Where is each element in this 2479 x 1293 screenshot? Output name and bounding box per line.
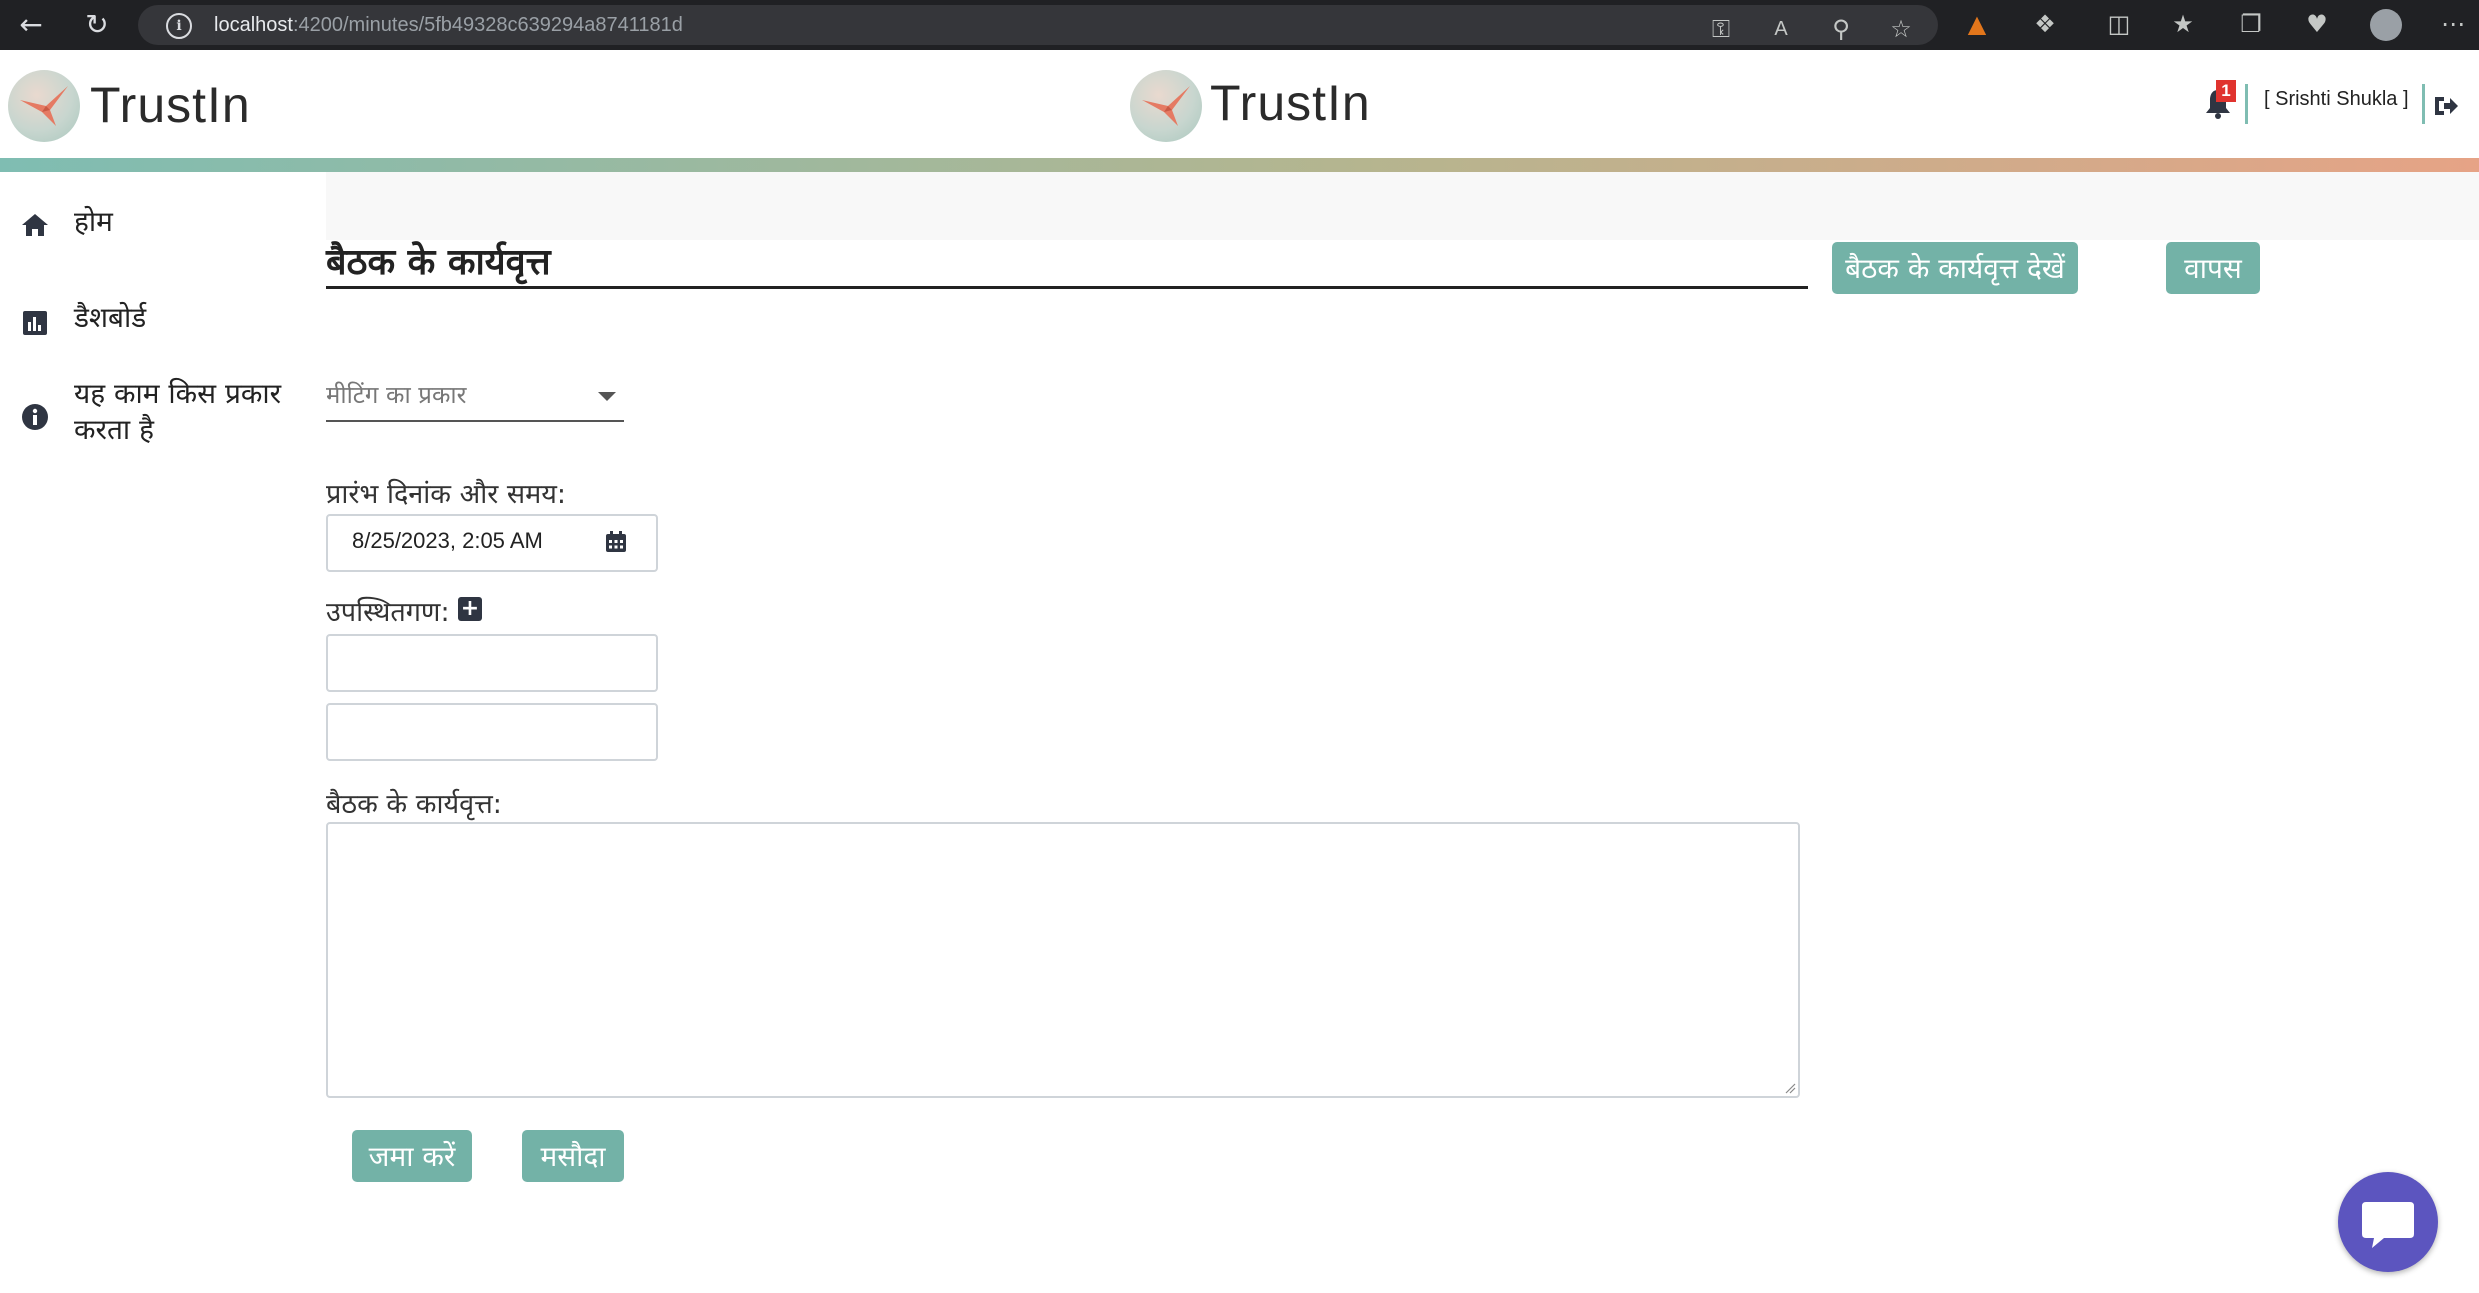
sidebar-item-label: होम	[74, 205, 113, 238]
sidebar-item-label: यह काम किस प्रकार करता है	[74, 377, 282, 446]
profile-avatar-icon[interactable]	[2370, 9, 2402, 41]
meeting-type-placeholder: मीटिंग का प्रकार	[326, 381, 467, 409]
chat-button[interactable]	[2338, 1172, 2438, 1272]
resize-handle-icon[interactable]	[1784, 1082, 1796, 1094]
user-name[interactable]: [ Srishti Shukla ]	[2264, 88, 2409, 111]
content-top-band	[326, 172, 2479, 240]
start-datetime-value: 8/25/2023, 2:05 AM	[352, 528, 543, 553]
page-title: बैठक के कार्यवृत्त	[326, 242, 551, 283]
browser-toolbar: ← ↻ i localhost:4200/minutes/5fb49328c63…	[0, 0, 2479, 50]
sidebar-item-dashboard[interactable]: डैशबोर्ड	[0, 296, 326, 346]
favorite-star-icon[interactable]: ☆	[1886, 14, 1916, 44]
attendees-label: उपस्थितगण:	[326, 597, 450, 628]
extensions-icon[interactable]: ❖	[2030, 9, 2060, 39]
attendee-input[interactable]	[326, 634, 658, 692]
view-minutes-button[interactable]: बैठक के कार्यवृत्त देखें	[1832, 242, 2078, 294]
reload-icon[interactable]: ↻	[80, 8, 114, 42]
read-aloud-icon[interactable]: A	[1766, 14, 1796, 44]
header-gradient-strip	[0, 158, 2479, 172]
draft-button[interactable]: मसौदा	[522, 1130, 624, 1182]
chat-bubble-icon	[2362, 1202, 2414, 1248]
calendar-icon[interactable]	[604, 530, 628, 554]
home-icon	[22, 214, 48, 236]
favorites-icon[interactable]: ★	[2168, 9, 2198, 39]
browser-essentials-icon[interactable]: ♥	[2302, 9, 2332, 39]
logo-left-icon[interactable]	[8, 70, 80, 142]
minutes-label: बैठक के कार्यवृत्त:	[326, 789, 502, 820]
key-icon[interactable]: ⚿	[1706, 14, 1736, 44]
split-screen-icon[interactable]: ◫	[2104, 9, 2134, 39]
zoom-icon[interactable]: ⚲	[1826, 14, 1856, 44]
sidebar-item-how-it-works[interactable]: यह काम किस प्रकार करता है	[0, 374, 326, 454]
brand-name-left[interactable]: TrustIn	[90, 76, 251, 134]
metamask-extension-icon[interactable]: ▲	[1962, 9, 1992, 39]
minutes-textarea[interactable]	[326, 822, 1800, 1098]
start-datetime-label: प्रारंभ दिनांक और समय:	[326, 479, 566, 510]
url-text: localhost:4200/minutes/5fb49328c639294a8…	[214, 14, 683, 36]
meeting-type-select[interactable]: मीटिंग का प्रकार	[326, 372, 624, 422]
submit-button[interactable]: जमा करें	[352, 1130, 472, 1182]
site-info-icon[interactable]: i	[166, 13, 192, 39]
more-menu-icon[interactable]: ⋯	[2438, 9, 2468, 39]
address-bar[interactable]: i localhost:4200/minutes/5fb49328c639294…	[138, 5, 1938, 45]
start-datetime-input[interactable]: 8/25/2023, 2:05 AM	[326, 514, 658, 572]
brand-name-center: TrustIn	[1210, 75, 1371, 131]
header-divider	[2422, 84, 2425, 124]
header-divider	[2245, 84, 2248, 124]
sidebar-item-home[interactable]: होम	[0, 200, 326, 250]
notification-count-badge: 1	[2216, 80, 2236, 102]
sidebar-item-label: डैशबोर्ड	[74, 301, 147, 334]
add-attendee-plus-icon[interactable]: +	[458, 597, 482, 621]
title-underline	[326, 286, 1808, 289]
back-arrow-icon[interactable]: ←	[14, 8, 48, 42]
back-button[interactable]: वापस	[2166, 242, 2260, 294]
attendee-input[interactable]	[326, 703, 658, 761]
logo-center-icon	[1130, 70, 1202, 142]
collections-icon[interactable]: ❐	[2236, 9, 2266, 39]
chevron-down-icon	[598, 392, 616, 401]
logout-icon[interactable]	[2432, 92, 2460, 120]
app-header: TrustIn TrustIn 1 [ Srishti Shukla ]	[0, 50, 2479, 158]
info-icon	[22, 404, 48, 430]
chart-icon	[23, 311, 47, 335]
